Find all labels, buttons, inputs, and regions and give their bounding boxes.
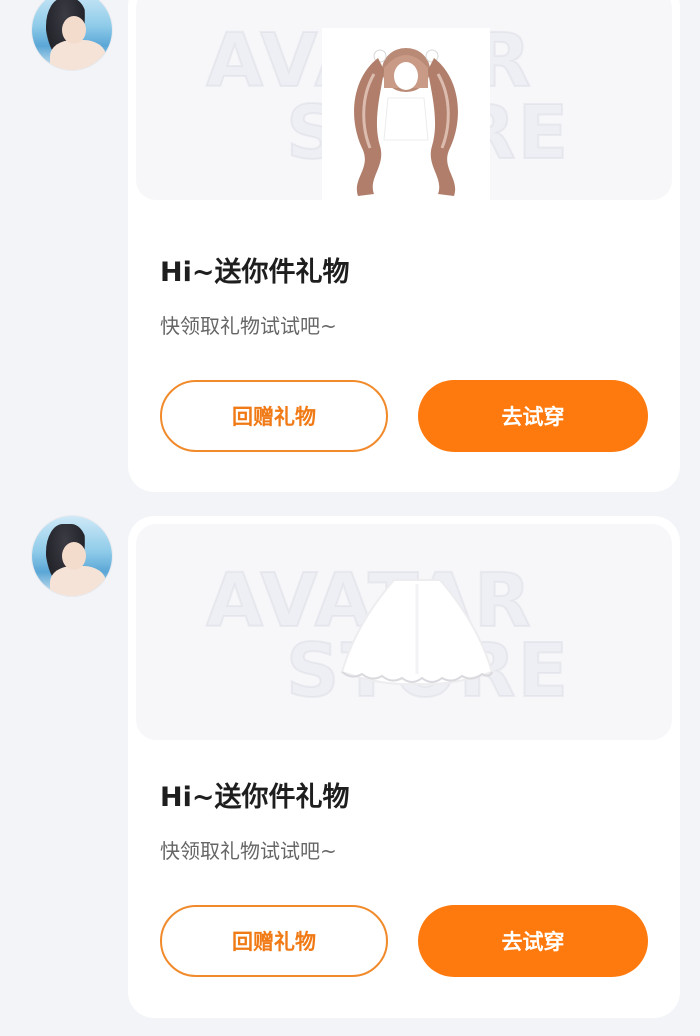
- avatar-face-shape: [62, 542, 86, 570]
- message-title: Hi~送你件礼物: [160, 782, 350, 813]
- avatar-shoulder-shape: [50, 40, 106, 70]
- try-on-button[interactable]: 去试穿: [418, 905, 648, 977]
- gift-item-preview[interactable]: AVATAR STORE: [136, 0, 672, 200]
- avatar-shoulder-shape: [50, 566, 106, 596]
- message-subtitle: 快领取礼物试试吧~: [160, 314, 337, 338]
- sender-avatar[interactable]: [32, 0, 112, 70]
- return-gift-button[interactable]: 回赠礼物: [160, 380, 388, 452]
- message-title: Hi~送你件礼物: [160, 257, 350, 288]
- twin-tails-wig-icon: [322, 28, 490, 200]
- return-gift-button[interactable]: 回赠礼物: [160, 905, 388, 977]
- avatar-face-shape: [62, 16, 86, 44]
- gift-message-card: AVATAR STORE Hi~送你件礼物 快领取礼物试试吧~ 回赠礼物 去试穿: [128, 0, 680, 492]
- gift-message-card: AVATAR STORE Hi~送你件礼物 快领取礼物试试吧~ 回赠礼物 去试穿: [128, 516, 680, 1018]
- gift-item-preview[interactable]: AVATAR STORE: [136, 524, 672, 740]
- sender-avatar[interactable]: [32, 516, 112, 596]
- white-skirt-icon: [340, 579, 494, 686]
- try-on-button[interactable]: 去试穿: [418, 380, 648, 452]
- message-subtitle: 快领取礼物试试吧~: [160, 839, 337, 863]
